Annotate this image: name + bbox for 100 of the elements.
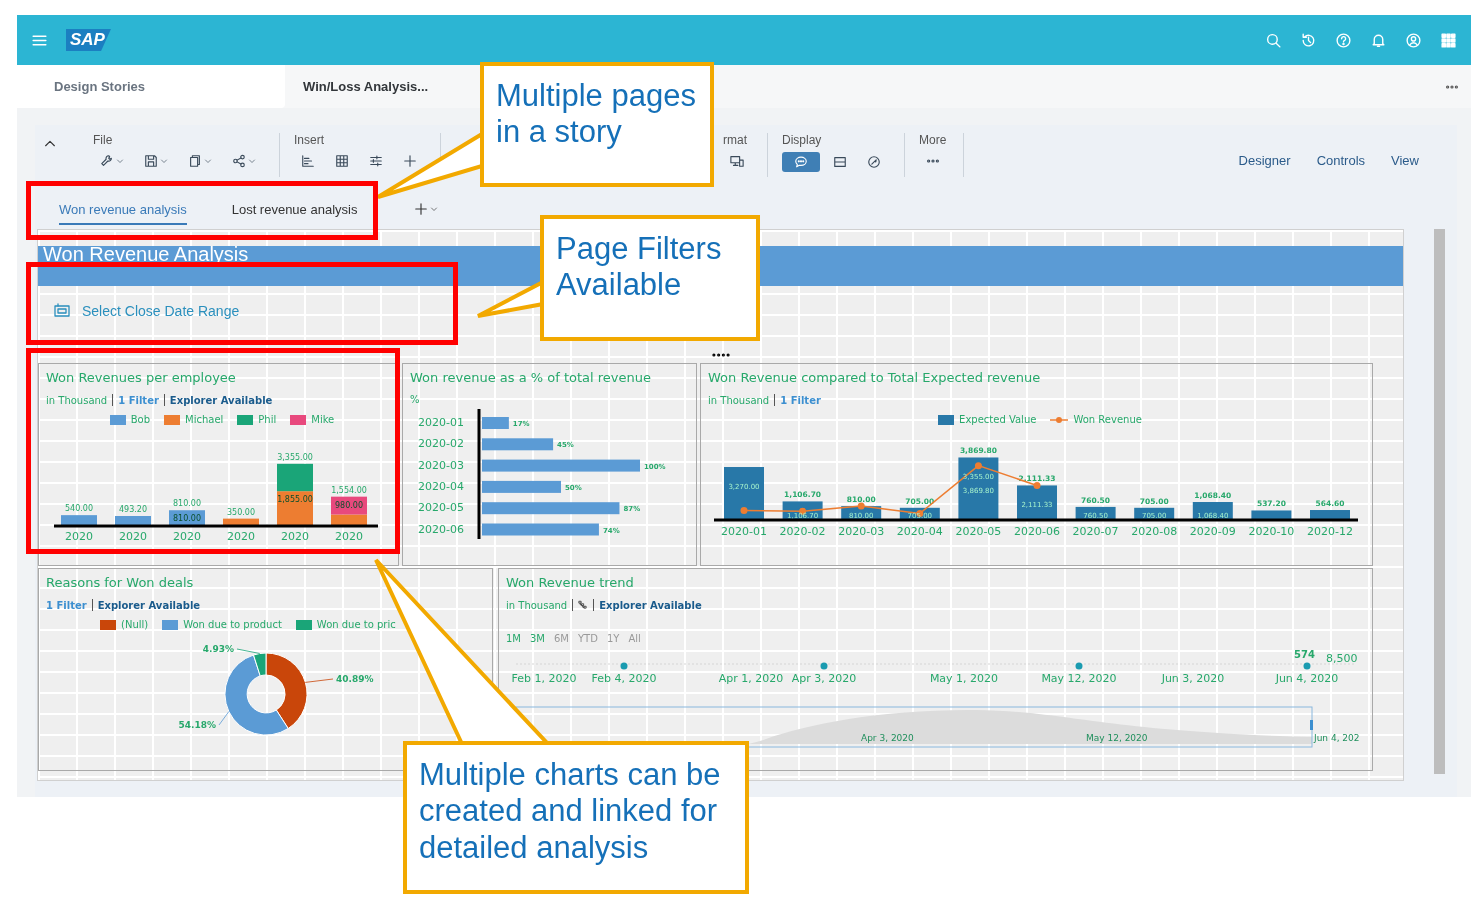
- axis-label: Apr 3, 2020: [861, 733, 914, 743]
- explorer-link[interactable]: Explorer Available: [169, 394, 273, 406]
- data-label: 810.00: [173, 499, 201, 509]
- logo: SAP: [66, 29, 111, 51]
- plus-icon: [403, 154, 417, 168]
- axis-label: 2020-08: [1131, 525, 1178, 538]
- document-tab[interactable]: Design Stories: [17, 65, 285, 108]
- data-point: [620, 662, 628, 670]
- legend-label: Expected Value: [959, 414, 1037, 425]
- chart-title: Won Revenues per employee: [46, 370, 237, 385]
- data-label: 8,500: [1326, 652, 1358, 665]
- leader-line: [218, 711, 230, 726]
- axis-label: 2020-02: [418, 437, 464, 451]
- plus-icon: [414, 202, 429, 216]
- chart-title: Won revenue as a % of total revenue: [410, 370, 652, 385]
- filter-link[interactable]: 1 Filter: [780, 394, 821, 406]
- legend-label: Phil: [258, 414, 277, 425]
- legend-label: Won due to product: [183, 619, 282, 630]
- page-tab[interactable]: Won revenue analysis: [59, 193, 187, 225]
- legend-label: Bob: [130, 414, 151, 425]
- axis-label: 2020: [335, 530, 363, 543]
- toolbar-group-label: File: [93, 133, 114, 147]
- toolbar-group-label: rmat: [723, 133, 748, 147]
- axis-label: 2020-03: [838, 525, 885, 538]
- legend-label: (Null): [121, 619, 149, 630]
- scrollbar[interactable]: [1434, 229, 1445, 774]
- axis-label: 2020-09: [1189, 525, 1236, 538]
- share-icon: [232, 154, 246, 168]
- axis-label: Jun 4, 202: [1314, 733, 1360, 743]
- caret-icon: [116, 157, 124, 165]
- filter-link[interactable]: 1 Filter: [46, 599, 87, 611]
- explorer-link[interactable]: Explorer Available: [599, 599, 702, 611]
- axis-label: Feb 1, 2020: [511, 672, 577, 685]
- table-icon: [335, 154, 349, 168]
- gauge-icon: [867, 155, 881, 169]
- axis-label: 2020: [119, 530, 147, 543]
- data-label: 1,855.00: [277, 495, 313, 505]
- axis-label: Apr 3, 2020: [791, 672, 857, 685]
- data-label: 4.93%: [202, 644, 234, 654]
- filter-panel-icon: [52, 303, 72, 319]
- axis-label: 2020-12: [1307, 525, 1353, 538]
- data-label: 3,355.00: [277, 452, 313, 462]
- axis-label: May 12, 2020: [1041, 672, 1117, 685]
- legend-label: Michael: [185, 414, 224, 425]
- data-label: 540.00: [65, 504, 93, 514]
- mode-link[interactable]: Designer: [1238, 153, 1291, 168]
- axis-label: May 12, 2020: [1086, 733, 1148, 743]
- axis-label: 2020-10: [1248, 525, 1295, 538]
- callout: Multiple pages in a story: [480, 62, 714, 187]
- unit-label: in Thousand: [708, 394, 770, 406]
- devices-icon: [730, 154, 744, 168]
- unit-label: %: [410, 394, 420, 405]
- data-label: 980.00: [335, 500, 363, 510]
- document-tab[interactable]: Win/Loss Analysis...: [285, 65, 470, 108]
- axis-label: 2020-01: [721, 525, 767, 538]
- callout: Multiple charts can be created and linked for detailed analysis: [403, 741, 749, 894]
- mode-link[interactable]: View: [1391, 153, 1419, 168]
- axis-label: 2020: [173, 530, 201, 543]
- save-icon: [144, 154, 158, 168]
- filter-link[interactable]: 1 Filter: [118, 394, 159, 406]
- axis-label: 2020-05: [418, 501, 464, 515]
- toolbar-group-label: Display: [782, 133, 823, 147]
- axis-label: 2020-04: [896, 525, 943, 538]
- drag-handle-icon[interactable]: [711, 353, 730, 357]
- axis-label: Jun 3, 2020: [1161, 672, 1225, 685]
- axis-label: May 1, 2020: [929, 672, 999, 685]
- axis-label: 2020: [65, 530, 93, 543]
- axis-label: 2020-02: [779, 525, 826, 538]
- data-point: [1303, 662, 1311, 670]
- caret-icon: [248, 157, 256, 165]
- hierarchy-icon[interactable]: [578, 600, 589, 610]
- legend-label: Won due to pric: [316, 619, 396, 630]
- data-label: 574: [1294, 649, 1315, 660]
- data-point: [1075, 662, 1083, 670]
- split-view-icon: [833, 155, 847, 169]
- bar-chart-icon: [301, 154, 315, 168]
- wrench-icon: [100, 154, 114, 168]
- range-button[interactable]: 1M: [506, 633, 521, 644]
- axis-label: Feb 4, 2020: [591, 672, 657, 685]
- toolbar-group-label: More: [919, 133, 947, 147]
- mode-link[interactable]: Controls: [1316, 153, 1366, 168]
- copy-icon: [188, 154, 202, 168]
- banner-title: Won Revenue Analysis: [43, 243, 249, 266]
- point: [857, 502, 865, 510]
- data-label: 54.18%: [178, 720, 216, 730]
- chart-title: Reasons for Won deals: [46, 575, 195, 590]
- axis-label: 2020: [227, 530, 255, 543]
- axis-label: Apr 1, 2020: [718, 672, 784, 685]
- chart-title: Won Revenue compared to Total Expected revenue: [708, 370, 1042, 385]
- point: [740, 506, 748, 514]
- axis-label: 2020-06: [418, 522, 464, 536]
- caret-icon: [430, 205, 439, 213]
- unit-label: in Thousand: [506, 599, 568, 611]
- legend-label: Mike: [311, 414, 335, 425]
- explorer-link[interactable]: Explorer Available: [97, 599, 201, 611]
- toolbar-button[interactable]: [782, 152, 820, 172]
- axis-label: 2020-03: [418, 458, 464, 472]
- point: [974, 462, 982, 470]
- page-tab[interactable]: Lost revenue analysis: [231, 193, 358, 225]
- range-button[interactable]: 3M: [530, 633, 545, 644]
